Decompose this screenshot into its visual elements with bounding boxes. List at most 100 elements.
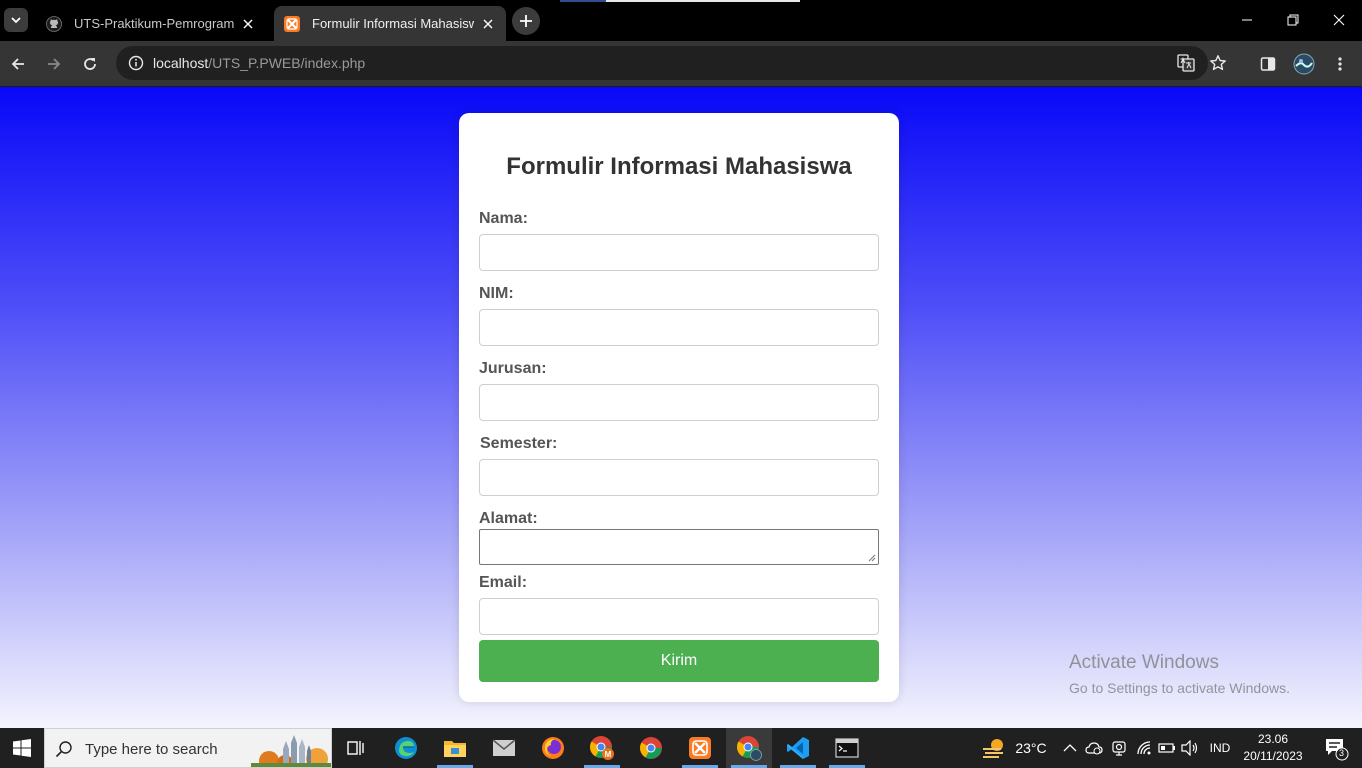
new-tab-button[interactable] [512, 7, 540, 35]
cloud-sync-icon [1085, 742, 1103, 755]
email-input[interactable] [479, 598, 879, 635]
alamat-textarea[interactable] [479, 529, 879, 565]
translate-button[interactable] [1174, 51, 1198, 75]
minimize-icon [1242, 19, 1252, 21]
watermark-subtitle: Go to Settings to activate Windows. [1069, 680, 1290, 696]
tab-github[interactable]: UTS-Praktikum-Pemrograman-W [36, 6, 266, 41]
form-title: Formulir Informasi Mahasiswa [506, 153, 852, 180]
browser-toolbar: localhost/UTS_P.PWEB/index.php [0, 41, 1362, 86]
chevron-up-icon [1063, 744, 1077, 752]
weather-sun-haze-icon [983, 739, 1004, 758]
notification-count: 3 [1339, 748, 1345, 758]
speaker-icon [1181, 740, 1198, 756]
weather-widget[interactable]: 23°C [974, 728, 1054, 768]
search-highlight-illustration-icon [251, 729, 331, 767]
tab-close-button[interactable] [480, 16, 496, 32]
resize-grip-icon[interactable] [868, 554, 876, 562]
taskbar-clock[interactable]: 23.06 20/11/2023 [1240, 731, 1306, 765]
github-icon [46, 15, 62, 32]
close-icon [243, 19, 253, 28]
tab-close-button[interactable] [240, 16, 256, 32]
url-host: localhost [153, 55, 209, 71]
jurusan-label: Jurusan: [479, 360, 547, 377]
edge-taskbar-button[interactable] [383, 728, 429, 768]
taskbar: Type here to search M 23°C IND 23.06 20/… [0, 728, 1362, 768]
taskbar-search[interactable]: Type here to search [44, 728, 332, 768]
site-info-button[interactable] [124, 51, 148, 75]
volume-button[interactable] [1179, 728, 1201, 768]
firefox-icon [542, 737, 564, 759]
chrome-profile-m-taskbar-button[interactable]: M [579, 728, 625, 768]
xampp-icon [689, 737, 711, 759]
task-view-button[interactable] [333, 728, 379, 768]
reload-button[interactable] [76, 50, 104, 78]
chrome-icon: M [590, 736, 614, 760]
bookmark-button[interactable] [1206, 51, 1230, 75]
nim-label: NIM: [479, 285, 514, 302]
nama-label: Nama: [479, 210, 528, 227]
weather-temperature: 23°C [1015, 740, 1047, 756]
terminal-icon [835, 738, 859, 758]
mail-icon [492, 739, 516, 756]
show-hidden-icons-button[interactable] [1060, 728, 1080, 768]
minimize-button[interactable] [1224, 0, 1270, 40]
arrow-left-icon [11, 58, 24, 70]
edge-icon [395, 737, 417, 759]
xampp-taskbar-button[interactable] [677, 728, 723, 768]
browser-menu-button[interactable] [1326, 50, 1354, 78]
webcam-icon [1112, 741, 1126, 756]
chrome-taskbar-button[interactable] [628, 728, 674, 768]
side-panel-button[interactable] [1254, 50, 1282, 78]
firefox-taskbar-button[interactable] [530, 728, 576, 768]
chevron-down-icon [11, 17, 21, 24]
avatar [1293, 53, 1315, 75]
nim-input[interactable] [479, 309, 879, 346]
reload-icon [84, 58, 96, 70]
watermark-title: Activate Windows [1069, 652, 1219, 673]
activate-windows-watermark: Activate Windows Go to Settings to activ… [1069, 652, 1290, 696]
tab-search-button[interactable] [4, 8, 28, 32]
notification-icon [1326, 739, 1349, 761]
search-icon [55, 741, 72, 758]
onedrive-sync-button[interactable] [1083, 728, 1105, 768]
vscode-taskbar-button[interactable] [775, 728, 821, 768]
language-indicator[interactable]: IND [1205, 728, 1235, 768]
windows-logo-icon [13, 739, 31, 757]
tab-title: UTS-Praktikum-Pemrograman-W [74, 16, 234, 31]
semester-input[interactable] [479, 459, 879, 496]
nama-input[interactable] [479, 234, 879, 271]
svg-text:M: M [605, 750, 612, 759]
vscode-icon [787, 737, 809, 759]
form-card: Formulir Informasi Mahasiswa Nama: NIM: … [459, 113, 899, 702]
page-background: Formulir Informasi Mahasiswa Nama: NIM: … [0, 87, 1362, 728]
xampp-icon [284, 15, 300, 32]
folder-icon [444, 741, 466, 757]
kirim-button[interactable]: Kirim [479, 640, 879, 682]
battery-button[interactable] [1156, 728, 1178, 768]
jurusan-input[interactable] [479, 384, 879, 421]
forward-button[interactable] [40, 50, 68, 78]
profile-button[interactable] [1290, 50, 1318, 78]
address-bar[interactable]: localhost/UTS_P.PWEB/index.php [116, 46, 1226, 80]
back-button[interactable] [4, 50, 32, 78]
network-button[interactable] [1133, 728, 1155, 768]
terminal-taskbar-button[interactable] [824, 728, 870, 768]
plus-icon [520, 15, 532, 27]
start-button[interactable] [0, 728, 44, 768]
tab-strip-highlight [560, 0, 606, 2]
meet-now-button[interactable] [1108, 728, 1130, 768]
email-label: Email: [479, 574, 528, 591]
file-explorer-taskbar-button[interactable] [432, 728, 478, 768]
url-text: localhost/UTS_P.PWEB/index.php [153, 55, 365, 71]
restore-icon [1287, 14, 1299, 26]
window-close-button[interactable] [1316, 0, 1362, 40]
close-icon [483, 19, 493, 28]
wifi-icon [1137, 741, 1151, 755]
mail-taskbar-button[interactable] [481, 728, 527, 768]
tab-formulir[interactable]: Formulir Informasi Mahasiswa [274, 6, 506, 41]
notification-center-button[interactable]: 3 [1316, 728, 1356, 768]
chrome-icon [737, 736, 762, 761]
chrome-active-taskbar-button[interactable] [726, 728, 772, 768]
info-icon [128, 55, 144, 71]
restore-button[interactable] [1270, 0, 1316, 40]
